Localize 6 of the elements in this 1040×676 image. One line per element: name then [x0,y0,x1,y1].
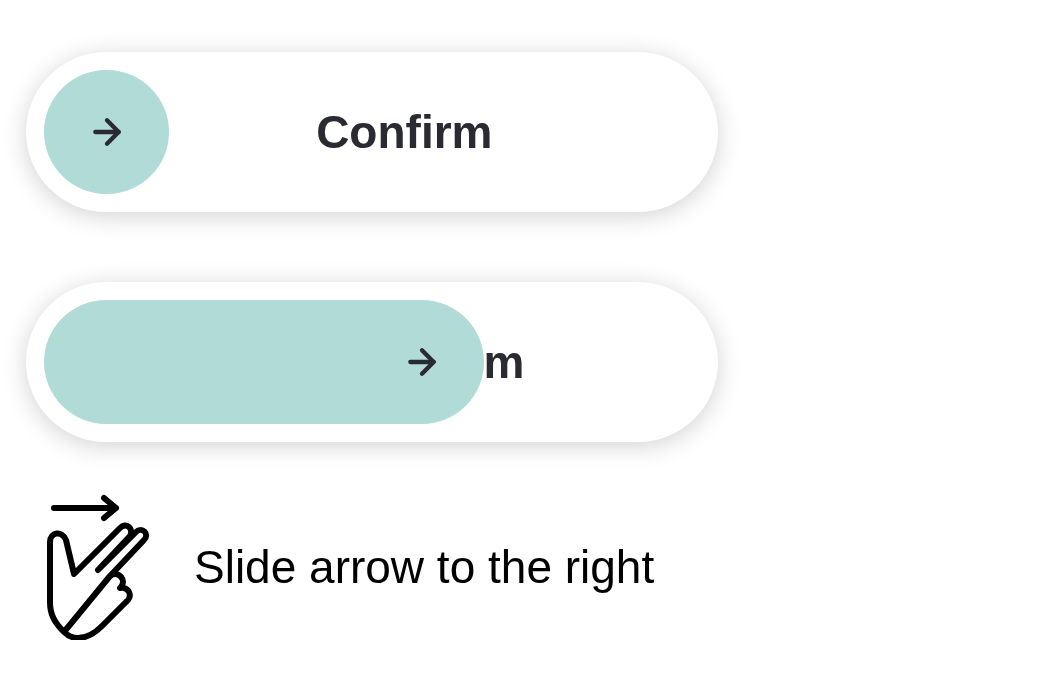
slider-label: m [483,339,525,385]
slide-to-confirm-slider[interactable]: Confirm [26,52,718,212]
slider-fill[interactable] [44,300,484,424]
slide-to-confirm-slider[interactable]: m [26,282,718,442]
slider-label: Confirm [316,109,493,155]
hint-text: Slide arrow to the right [194,539,655,595]
